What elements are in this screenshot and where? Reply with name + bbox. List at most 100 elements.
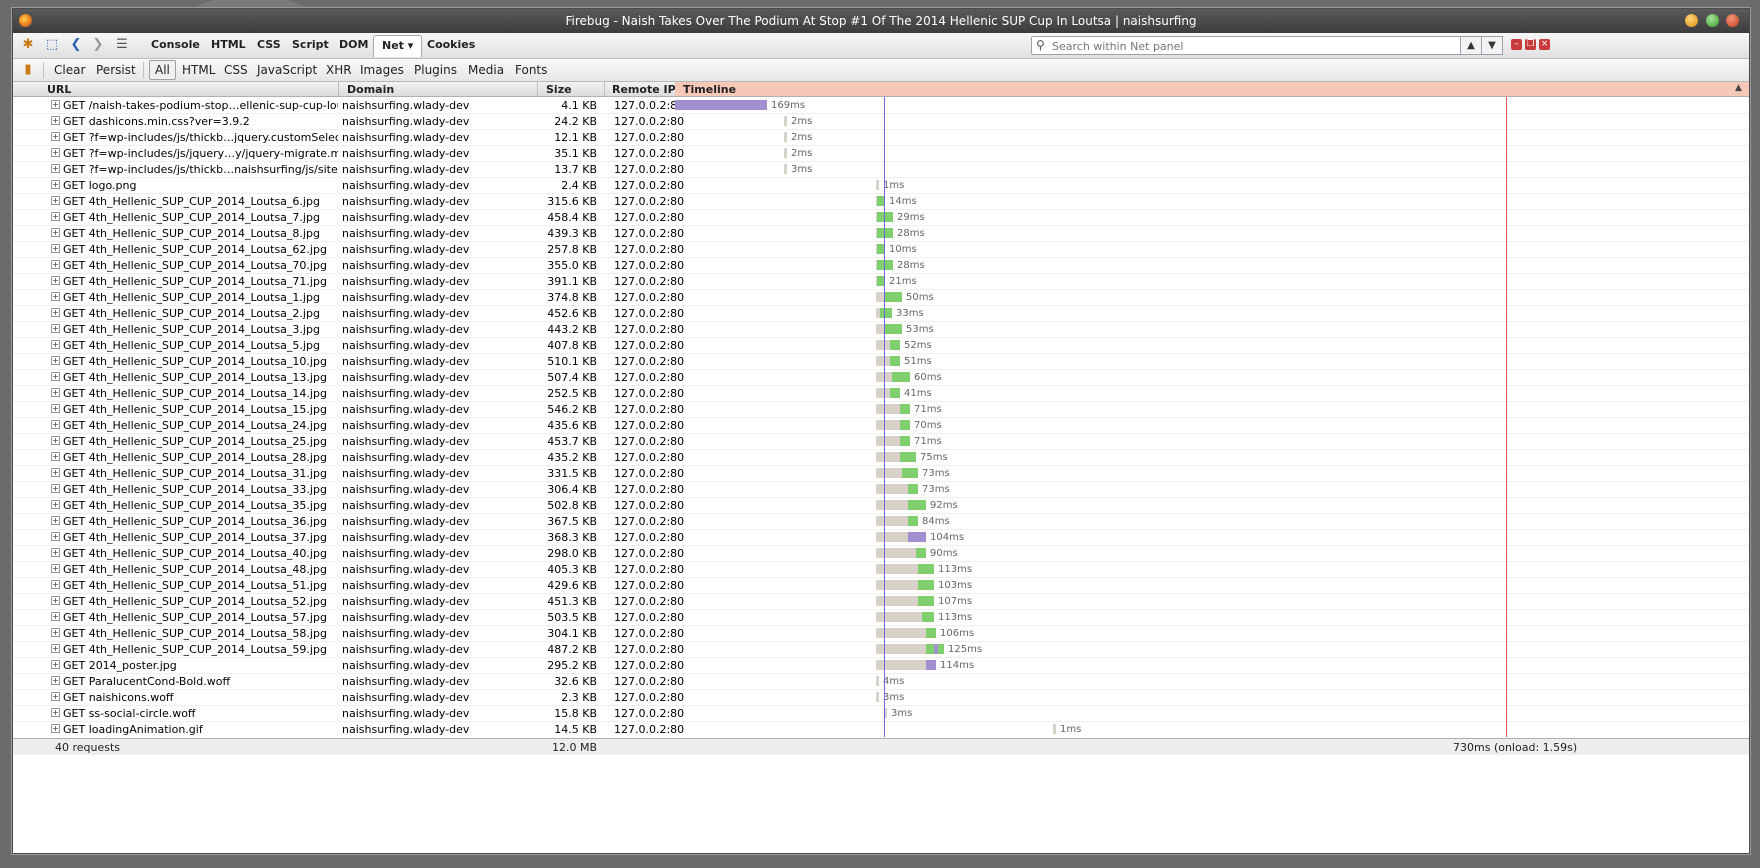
tab-dom[interactable]: DOM bbox=[339, 38, 368, 51]
expand-icon[interactable]: + bbox=[51, 548, 60, 557]
table-row[interactable]: + GET 4th_Hellenic_SUP_CUP_2014_Loutsa_14… bbox=[13, 385, 1749, 402]
expand-icon[interactable]: + bbox=[51, 404, 60, 413]
expand-icon[interactable]: + bbox=[51, 628, 60, 637]
table-row[interactable]: + GET 4th_Hellenic_SUP_CUP_2014_Loutsa_5.… bbox=[13, 337, 1749, 354]
expand-icon[interactable]: + bbox=[51, 532, 60, 541]
table-row[interactable]: + GET 4th_Hellenic_SUP_CUP_2014_Loutsa_59… bbox=[13, 641, 1749, 658]
filter-all[interactable]: All bbox=[149, 60, 176, 80]
tab-console[interactable]: Console bbox=[151, 38, 200, 51]
expand-icon[interactable]: + bbox=[51, 212, 60, 221]
table-row[interactable]: + GET 4th_Hellenic_SUP_CUP_2014_Loutsa_6.… bbox=[13, 193, 1749, 210]
table-row[interactable]: + GET naishicons.woff naishsurfing.wlady-d… bbox=[13, 689, 1749, 706]
minimize-icon[interactable] bbox=[1685, 14, 1698, 27]
expand-icon[interactable]: + bbox=[51, 484, 60, 493]
expand-icon[interactable]: + bbox=[51, 276, 60, 285]
table-row[interactable]: + GET 4th_Hellenic_SUP_CUP_2014_Loutsa_71… bbox=[13, 273, 1749, 290]
table-row[interactable]: + GET 4th_Hellenic_SUP_CUP_2014_Loutsa_24… bbox=[13, 417, 1749, 434]
table-row[interactable]: + GET 4th_Hellenic_SUP_CUP_2014_Loutsa_48… bbox=[13, 561, 1749, 578]
expand-icon[interactable]: + bbox=[51, 308, 60, 317]
table-row[interactable]: + GET 4th_Hellenic_SUP_CUP_2014_Loutsa_3.… bbox=[13, 321, 1749, 338]
filter-javascript[interactable]: JavaScript bbox=[257, 63, 317, 77]
expand-icon[interactable]: + bbox=[51, 100, 60, 109]
tab-cookies[interactable]: Cookies bbox=[427, 38, 475, 51]
panel-list-icon[interactable]: ☰ bbox=[115, 38, 129, 52]
expand-icon[interactable]: + bbox=[51, 596, 60, 605]
expand-icon[interactable]: + bbox=[51, 468, 60, 477]
firebug-menu-icon[interactable]: ✱ bbox=[21, 38, 35, 52]
close-firebug-icon[interactable]: × bbox=[1539, 39, 1550, 50]
expand-icon[interactable]: + bbox=[51, 356, 60, 365]
table-row[interactable]: + GET ?f=wp-includes/js/thickb…naishsurfi… bbox=[13, 161, 1749, 178]
close-icon[interactable] bbox=[1726, 14, 1739, 27]
maximize-icon[interactable] bbox=[1705, 14, 1719, 27]
table-row[interactable]: + GET 4th_Hellenic_SUP_CUP_2014_Loutsa_13… bbox=[13, 369, 1749, 386]
filter-images[interactable]: Images bbox=[360, 63, 404, 77]
expand-icon[interactable]: + bbox=[51, 580, 60, 589]
table-row[interactable]: + GET ss-social-circle.woff naishsurfing.w… bbox=[13, 705, 1749, 722]
table-row[interactable]: + GET 4th_Hellenic_SUP_CUP_2014_Loutsa_37… bbox=[13, 529, 1749, 546]
table-row[interactable]: + GET 4th_Hellenic_SUP_CUP_2014_Loutsa_33… bbox=[13, 481, 1749, 498]
filter-plugins[interactable]: Plugins bbox=[414, 63, 457, 77]
table-row[interactable]: + GET dashicons.min.css?ver=3.9.2 naishsur… bbox=[13, 113, 1749, 130]
table-row[interactable]: + GET 4th_Hellenic_SUP_CUP_2014_Loutsa_62… bbox=[13, 241, 1749, 258]
filter-html[interactable]: HTML bbox=[182, 63, 215, 77]
table-row[interactable]: + GET 4th_Hellenic_SUP_CUP_2014_Loutsa_1.… bbox=[13, 289, 1749, 306]
table-row[interactable]: + GET logo.png naishsurfing.wlady-dev 2.4 K… bbox=[13, 177, 1749, 194]
filter-css[interactable]: CSS bbox=[224, 63, 248, 77]
table-row[interactable]: + GET ?f=wp-includes/js/jquery…y/jquery-m… bbox=[13, 145, 1749, 162]
expand-icon[interactable]: + bbox=[51, 676, 60, 685]
column-size[interactable]: Size bbox=[546, 83, 572, 96]
column-remote-ip[interactable]: Remote IP bbox=[612, 83, 676, 96]
expand-icon[interactable]: + bbox=[51, 180, 60, 189]
expand-icon[interactable]: + bbox=[51, 420, 60, 429]
tab-net[interactable]: Net ▾ bbox=[373, 35, 423, 57]
table-row[interactable]: + GET 4th_Hellenic_SUP_CUP_2014_Loutsa_51… bbox=[13, 577, 1749, 594]
table-row[interactable]: + GET 4th_Hellenic_SUP_CUP_2014_Loutsa_52… bbox=[13, 593, 1749, 610]
expand-icon[interactable]: + bbox=[51, 452, 60, 461]
expand-icon[interactable]: + bbox=[51, 116, 60, 125]
table-row[interactable]: + GET /naish-takes-podium-stop…ellenic-su… bbox=[13, 97, 1749, 114]
column-timeline[interactable]: Timeline bbox=[675, 82, 1749, 96]
minimize-firebug-icon[interactable]: – bbox=[1511, 39, 1522, 50]
table-row[interactable]: + GET 4th_Hellenic_SUP_CUP_2014_Loutsa_25… bbox=[13, 433, 1749, 450]
column-url[interactable]: URL bbox=[47, 83, 71, 96]
search-next-button[interactable]: ▼ bbox=[1481, 36, 1503, 55]
table-row[interactable]: + GET 4th_Hellenic_SUP_CUP_2014_Loutsa_40… bbox=[13, 545, 1749, 562]
expand-icon[interactable]: + bbox=[51, 164, 60, 173]
expand-icon[interactable]: + bbox=[51, 260, 60, 269]
table-row[interactable]: + GET ?f=wp-includes/js/thickb…jquery.cus… bbox=[13, 129, 1749, 146]
persist-button[interactable]: Persist bbox=[96, 63, 136, 77]
expand-icon[interactable]: + bbox=[51, 324, 60, 333]
table-row[interactable]: + GET 4th_Hellenic_SUP_CUP_2014_Loutsa_2.… bbox=[13, 305, 1749, 322]
expand-icon[interactable]: + bbox=[51, 724, 60, 733]
expand-icon[interactable]: + bbox=[51, 196, 60, 205]
table-row[interactable]: + GET loadingAnimation.gif naishsurfing.wl… bbox=[13, 721, 1749, 737]
table-row[interactable]: + GET 4th_Hellenic_SUP_CUP_2014_Loutsa_36… bbox=[13, 513, 1749, 530]
tab-css[interactable]: CSS bbox=[257, 38, 281, 51]
expand-icon[interactable]: + bbox=[51, 340, 60, 349]
table-row[interactable]: + GET 4th_Hellenic_SUP_CUP_2014_Loutsa_70… bbox=[13, 257, 1749, 274]
detach-firebug-icon[interactable]: ❐ bbox=[1525, 39, 1536, 50]
search-prev-button[interactable]: ▲ bbox=[1460, 36, 1482, 55]
expand-icon[interactable]: + bbox=[51, 708, 60, 717]
tab-html[interactable]: HTML bbox=[211, 38, 246, 51]
table-row[interactable]: + GET ParalucentCond-Bold.woff naishsurfin… bbox=[13, 673, 1749, 690]
table-row[interactable]: + GET 2014_poster.jpg naishsurfing.wlady-d… bbox=[13, 657, 1749, 674]
expand-icon[interactable]: + bbox=[51, 292, 60, 301]
forward-icon[interactable]: ❯ bbox=[91, 38, 105, 52]
expand-icon[interactable]: + bbox=[51, 228, 60, 237]
expand-icon[interactable]: + bbox=[51, 148, 60, 157]
expand-icon[interactable]: + bbox=[51, 388, 60, 397]
tab-script[interactable]: Script bbox=[292, 38, 329, 51]
expand-icon[interactable]: + bbox=[51, 644, 60, 653]
expand-icon[interactable]: + bbox=[51, 244, 60, 253]
table-row[interactable]: + GET 4th_Hellenic_SUP_CUP_2014_Loutsa_15… bbox=[13, 401, 1749, 418]
expand-icon[interactable]: + bbox=[51, 132, 60, 141]
filter-fonts[interactable]: Fonts bbox=[515, 63, 547, 77]
net-search-input[interactable] bbox=[1050, 38, 1464, 54]
column-domain[interactable]: Domain bbox=[347, 83, 394, 96]
expand-icon[interactable]: + bbox=[51, 516, 60, 525]
expand-icon[interactable]: + bbox=[51, 436, 60, 445]
expand-icon[interactable]: + bbox=[51, 500, 60, 509]
clear-button[interactable]: Clear bbox=[54, 63, 85, 77]
